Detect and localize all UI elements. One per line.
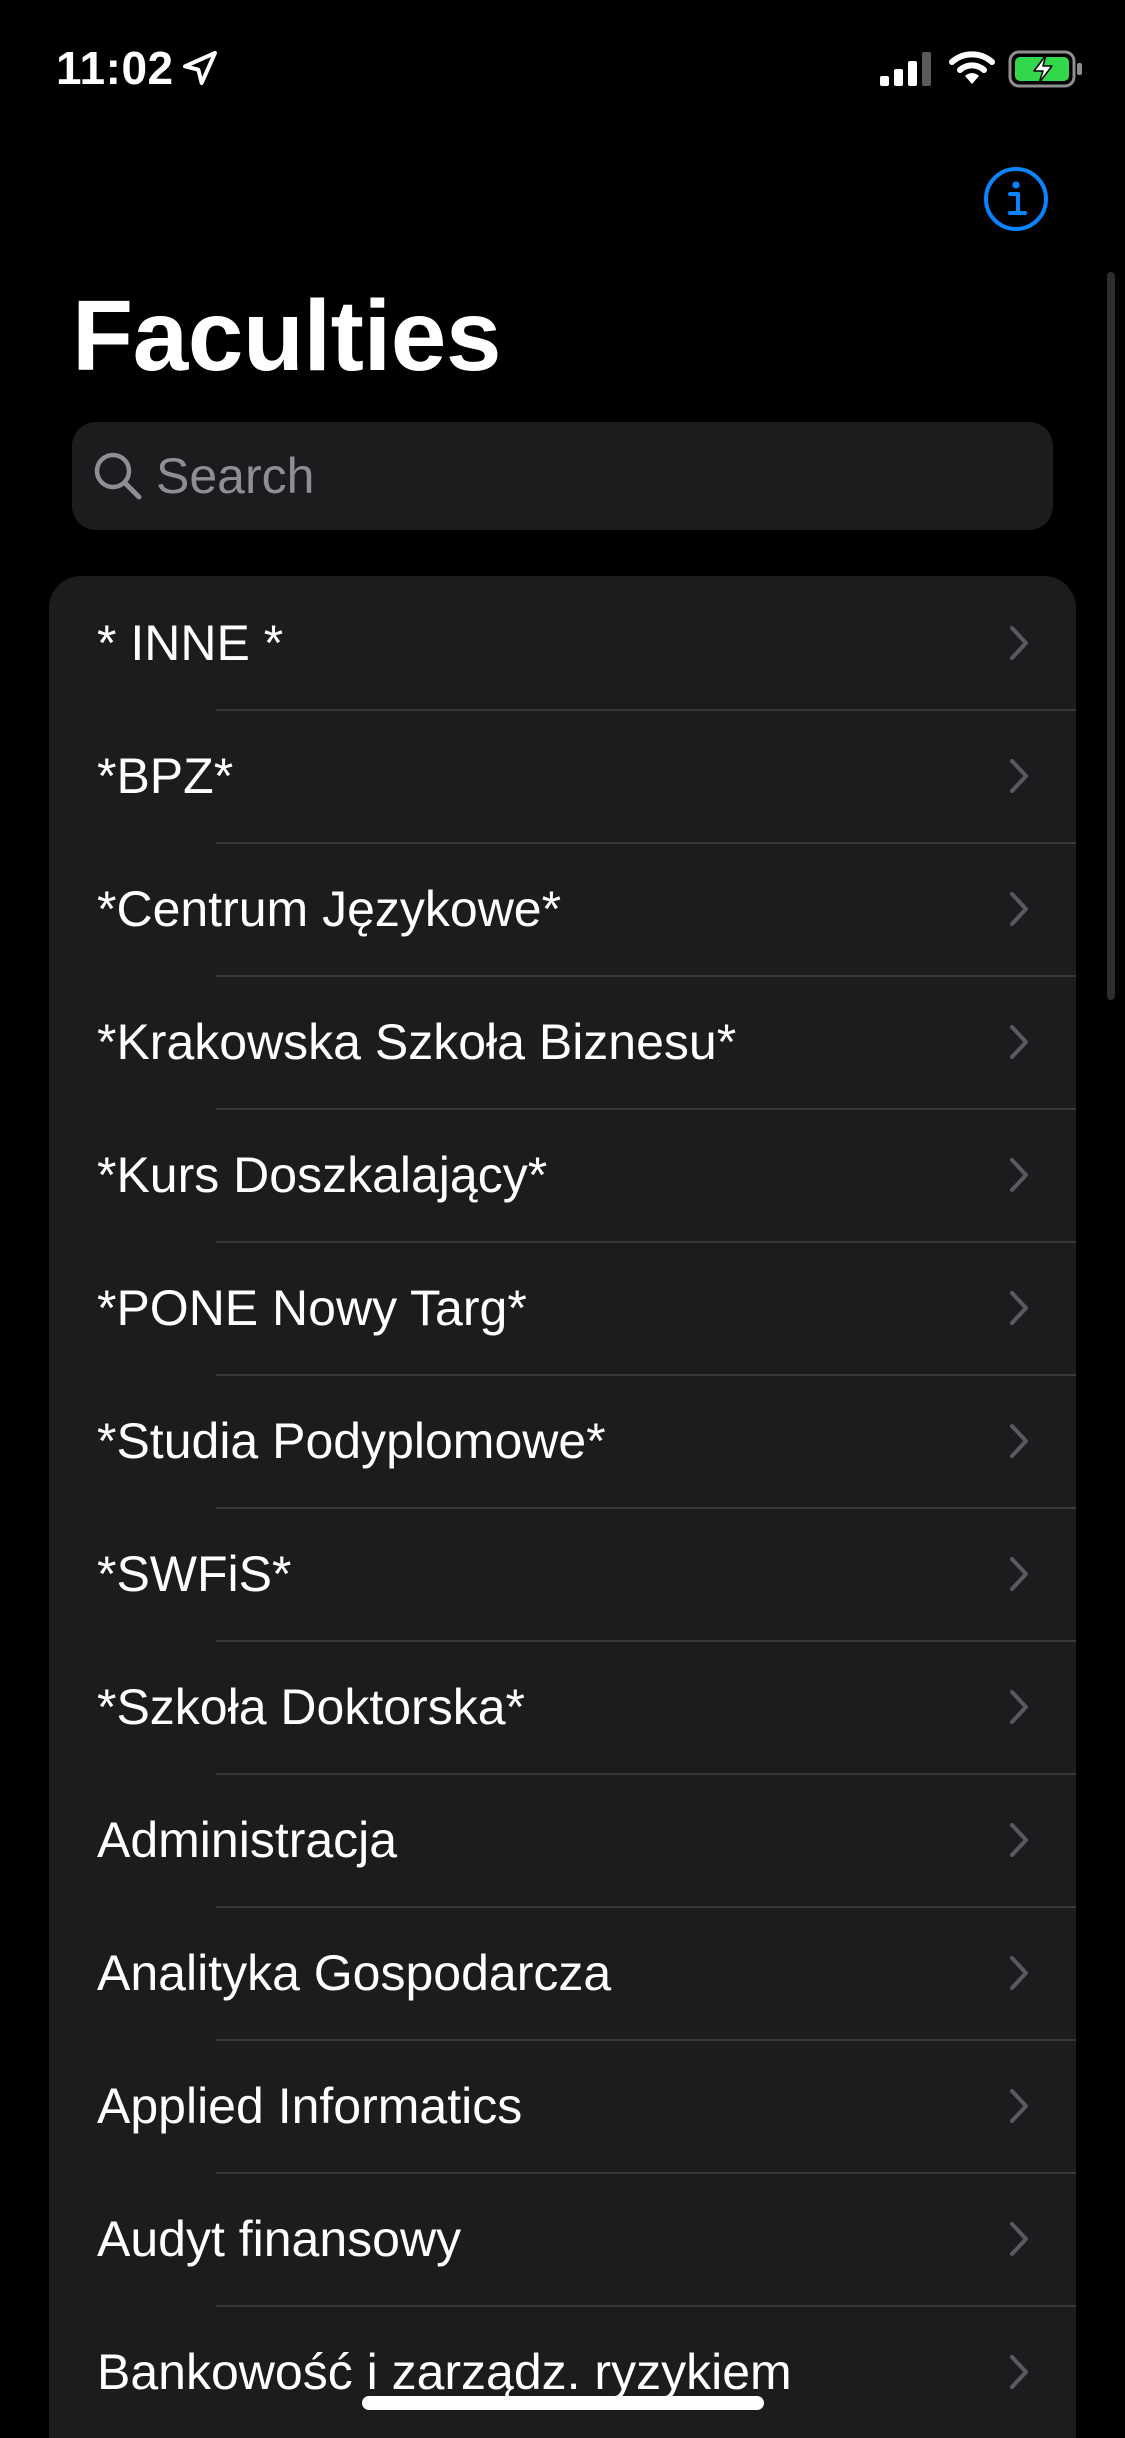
list-item-label: *BPZ*: [97, 747, 234, 804]
list-item-label: Applied Informatics: [97, 2077, 523, 2134]
chevron-right-icon: [1010, 625, 1028, 660]
list-item-label: * INNE *: [97, 614, 284, 671]
list-item[interactable]: *PONE Nowy Targ*: [49, 1241, 1076, 1374]
list-item[interactable]: *SWFiS*: [49, 1507, 1076, 1640]
chevron-right-icon: [1010, 2354, 1028, 2389]
list-item-label: *Krakowska Szkoła Biznesu*: [97, 1013, 737, 1070]
chevron-right-icon: [1010, 1157, 1028, 1192]
chevron-right-icon: [1010, 1689, 1028, 1724]
list-item-label: *Szkoła Doktorska*: [97, 1678, 525, 1735]
list-item[interactable]: Analityka Gospodarcza: [49, 1906, 1076, 2039]
chevron-right-icon: [1010, 1556, 1028, 1591]
list-item-label: *PONE Nowy Targ*: [97, 1279, 527, 1336]
search-icon: [94, 452, 142, 500]
chevron-right-icon: [1010, 1822, 1028, 1857]
list-item[interactable]: * INNE *: [49, 576, 1076, 709]
battery-charging-icon: [1008, 50, 1082, 88]
list-item[interactable]: Administracja: [49, 1773, 1076, 1906]
list-item[interactable]: *Kurs Doszkalający*: [49, 1108, 1076, 1241]
scroll-indicator[interactable]: [1107, 272, 1115, 1000]
chevron-right-icon: [1010, 2221, 1028, 2256]
list-item[interactable]: *BPZ*: [49, 709, 1076, 842]
list-item-label: Analityka Gospodarcza: [97, 1944, 612, 2001]
list-item[interactable]: Audyt finansowy: [49, 2172, 1076, 2305]
chevron-right-icon: [1010, 891, 1028, 926]
chevron-right-icon: [1010, 1955, 1028, 1990]
home-indicator[interactable]: [362, 2396, 764, 2410]
search-bar[interactable]: [72, 422, 1053, 530]
list-item-label: *SWFiS*: [97, 1545, 292, 1602]
list-item-label: Audyt finansowy: [97, 2210, 462, 2267]
list-item[interactable]: *Szkoła Doktorska*: [49, 1640, 1076, 1773]
status-time: 11:02: [56, 42, 174, 94]
location-arrow-icon: [183, 51, 217, 85]
chevron-right-icon: [1010, 1423, 1028, 1458]
wifi-icon: [949, 51, 995, 84]
chevron-right-icon: [1010, 1290, 1028, 1325]
search-input[interactable]: [156, 436, 1029, 516]
list-item-label: *Studia Podyplomowe*: [97, 1412, 606, 1469]
list-item-label: *Kurs Doszkalający*: [97, 1146, 548, 1203]
chevron-right-icon: [1010, 2088, 1028, 2123]
status-bar: 11:02: [0, 0, 1125, 140]
list-item[interactable]: Bankowość i zarządz. ryzykiem: [49, 2305, 1076, 2438]
cellular-signal-icon: [880, 52, 931, 86]
list-item-label: *Centrum Językowe*: [97, 880, 562, 937]
list-item-label: Bankowość i zarządz. ryzykiem: [97, 2343, 792, 2400]
list-item-label: Administracja: [97, 1811, 398, 1868]
faculty-list: * INNE * *BPZ* *Centrum Językowe* *Krako…: [49, 576, 1076, 2438]
list-item[interactable]: *Krakowska Szkoła Biznesu*: [49, 975, 1076, 1108]
list-item[interactable]: *Centrum Językowe*: [49, 842, 1076, 975]
page-title: Faculties: [72, 280, 502, 392]
list-item[interactable]: Applied Informatics: [49, 2039, 1076, 2172]
chevron-right-icon: [1010, 758, 1028, 793]
list-item[interactable]: *Studia Podyplomowe*: [49, 1374, 1076, 1507]
info-button[interactable]: [983, 166, 1049, 232]
chevron-right-icon: [1010, 1024, 1028, 1059]
